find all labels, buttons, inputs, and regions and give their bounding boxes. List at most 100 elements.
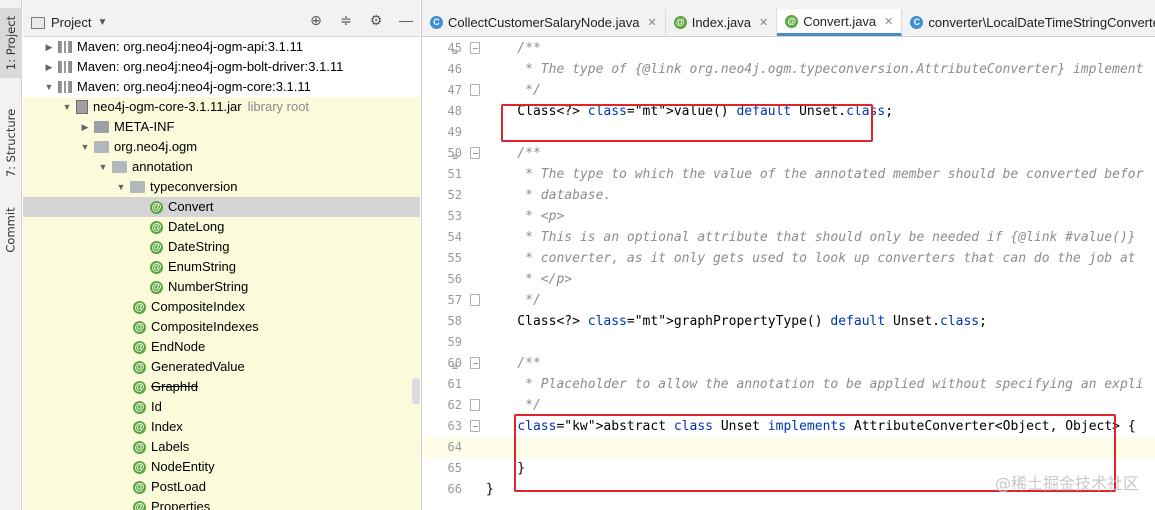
tree-item-graphid[interactable]: @ GraphId <box>23 377 420 397</box>
project-icon <box>31 16 45 29</box>
fold-icon[interactable] <box>470 399 480 411</box>
tree-item-typeconversion[interactable]: ▼ typeconversion <box>23 177 420 197</box>
locate-icon[interactable]: ⊕ <box>308 12 324 28</box>
annotation-icon: @ <box>150 220 163 234</box>
tab-convert-java[interactable]: @ Convert.java ✕ <box>777 9 903 36</box>
line-number: 46 <box>447 62 462 76</box>
project-tool-label: 1: Project <box>4 15 19 71</box>
code-line: 51 * The type to which the value of the … <box>422 164 1155 185</box>
tree-item-maven-api[interactable]: ▶ Maven: org.neo4j:neo4j-ogm-api:3.1.11 <box>23 37 420 57</box>
code-line: 62 */ <box>422 395 1155 416</box>
close-icon[interactable]: ✕ <box>759 16 768 29</box>
code-text: */ <box>486 398 541 413</box>
tree-item-label: Maven: org.neo4j:neo4j-ogm-core:3.1.11 <box>77 79 311 94</box>
minimize-icon[interactable]: — <box>398 12 414 28</box>
code-line: 60 ≡ /** <box>422 353 1155 374</box>
code-line: 52 * database. <box>422 185 1155 206</box>
expand-arrow-icon[interactable]: ▶ <box>79 117 91 137</box>
folder-icon <box>94 121 109 133</box>
fold-icon[interactable] <box>470 420 480 432</box>
collapse-arrow-icon[interactable]: ▼ <box>97 157 109 177</box>
close-icon[interactable]: ✕ <box>647 16 656 29</box>
annotation-icon: @ <box>133 400 146 414</box>
fold-icon[interactable] <box>470 294 480 306</box>
line-number: 59 <box>447 335 462 349</box>
tree-item-core-jar[interactable]: ▼ neo4j-ogm-core-3.1.11.jar library root <box>23 97 420 117</box>
tree-item-compositeindex[interactable]: @ CompositeIndex <box>23 297 420 317</box>
tree-item-postload[interactable]: @ PostLoad <box>23 477 420 497</box>
annotation-icon: @ <box>133 460 146 474</box>
class-icon: C <box>910 16 924 29</box>
tree-item-enumstring[interactable]: @ EnumString <box>23 257 420 277</box>
commit-tool-button[interactable]: Commit <box>0 198 22 262</box>
collapse-arrow-icon[interactable]: ▼ <box>79 137 91 157</box>
library-root-note: library root <box>247 99 310 114</box>
annotation-icon: @ <box>673 16 687 29</box>
tree-item-label: neo4j-ogm-core-3.1.11.jar <box>93 99 242 114</box>
annotation-icon: @ <box>150 240 163 254</box>
close-icon[interactable]: ✕ <box>884 15 893 28</box>
gear-icon[interactable]: ⚙ <box>368 12 384 28</box>
tree-item-endnode[interactable]: @ EndNode <box>23 337 420 357</box>
annotation-icon: @ <box>133 360 146 374</box>
tool-window-strip: 1: Project 7: Structure Commit <box>0 0 22 510</box>
line-number: 61 <box>447 377 462 391</box>
structure-tool-button[interactable]: 7: Structure <box>0 100 22 186</box>
fold-icon[interactable] <box>470 42 480 54</box>
project-tool-button[interactable]: 1: Project <box>0 8 22 78</box>
code-line: 55 * converter, as it only gets used to … <box>422 248 1155 269</box>
expand-arrow-icon[interactable]: ▶ <box>43 37 55 57</box>
tab-label: CollectCustomerSalaryNode.java <box>448 15 640 30</box>
tree-item-label: Properties <box>151 499 211 510</box>
project-panel-title[interactable]: Project <box>51 15 91 30</box>
tree-item-compositeindexes[interactable]: @ CompositeIndexes <box>23 317 420 337</box>
tree-item-annotation[interactable]: ▼ annotation <box>23 157 420 177</box>
annotation-icon: @ <box>133 340 146 354</box>
code-line: 53 * <p> <box>422 206 1155 227</box>
code-line: 45 ≡ /** <box>422 38 1155 59</box>
code-text: * </p> <box>486 272 573 287</box>
fold-icon[interactable] <box>470 357 480 369</box>
project-panel: Project ▼ ⊕ ≑ ⚙ — ▶ Maven: org.neo4j:neo… <box>23 0 420 510</box>
tree-item-generatedvalue[interactable]: @ GeneratedValue <box>23 357 420 377</box>
line-number: 54 <box>447 230 462 244</box>
class-icon: C <box>430 16 443 29</box>
collapse-arrow-icon[interactable]: ▼ <box>115 177 127 197</box>
package-icon <box>112 161 127 173</box>
fold-icon[interactable] <box>470 84 480 96</box>
tree-item-index[interactable]: @ Index <box>23 417 420 437</box>
tree-item-label: Maven: org.neo4j:neo4j-ogm-bolt-driver:3… <box>77 59 344 74</box>
tree-item-numberstring[interactable]: @ NumberString <box>23 277 420 297</box>
tab-collect-customer-salary-node[interactable]: C CollectCustomerSalaryNode.java ✕ <box>422 9 666 36</box>
collapse-arrow-icon[interactable]: ▼ <box>61 97 73 117</box>
tree-item-label: GeneratedValue <box>151 359 245 374</box>
code-text: * converter, as it only gets used to loo… <box>486 251 1136 266</box>
tab-local-date-time-string-converter[interactable]: C converter\LocalDateTimeStringConverter… <box>902 9 1155 36</box>
annotation-icon: @ <box>785 14 799 28</box>
tree-item-nodeentity[interactable]: @ NodeEntity <box>23 457 420 477</box>
maven-icon <box>58 81 72 93</box>
tree-item-convert[interactable]: @ Convert <box>23 197 420 217</box>
tree-item-maven-core[interactable]: ▼ Maven: org.neo4j:neo4j-ogm-core:3.1.11 <box>23 77 420 97</box>
tab-index-java[interactable]: @ Index.java ✕ <box>666 9 778 36</box>
expand-arrow-icon[interactable]: ▶ <box>43 57 55 77</box>
tree-item-org-neo4j-ogm[interactable]: ▼ org.neo4j.ogm <box>23 137 420 157</box>
tree-item-label: NumberString <box>168 279 249 294</box>
tree-item-maven-bolt-driver[interactable]: ▶ Maven: org.neo4j:neo4j-ogm-bolt-driver… <box>23 57 420 77</box>
structure-tool-label: 7: Structure <box>4 108 18 178</box>
tree-item-id[interactable]: @ Id <box>23 397 420 417</box>
tree-item-datelong[interactable]: @ DateLong <box>23 217 420 237</box>
project-scrollbar-thumb[interactable] <box>412 378 420 404</box>
code-text: * The type to which the value of the ann… <box>486 167 1144 182</box>
highlight-box-value <box>501 104 873 142</box>
tree-item-properties[interactable]: @ Properties <box>23 497 420 510</box>
tree-item-meta-inf[interactable]: ▶ META-INF <box>23 117 420 137</box>
tree-item-datestring[interactable]: @ DateString <box>23 237 420 257</box>
jar-icon <box>76 100 88 114</box>
annotation-icon: @ <box>133 300 146 314</box>
fold-icon[interactable] <box>470 147 480 159</box>
collapse-arrow-icon[interactable]: ▼ <box>43 77 55 97</box>
chevron-down-icon[interactable]: ▼ <box>97 17 107 28</box>
collapse-all-icon[interactable]: ≑ <box>338 12 354 28</box>
tree-item-labels[interactable]: @ Labels <box>23 437 420 457</box>
